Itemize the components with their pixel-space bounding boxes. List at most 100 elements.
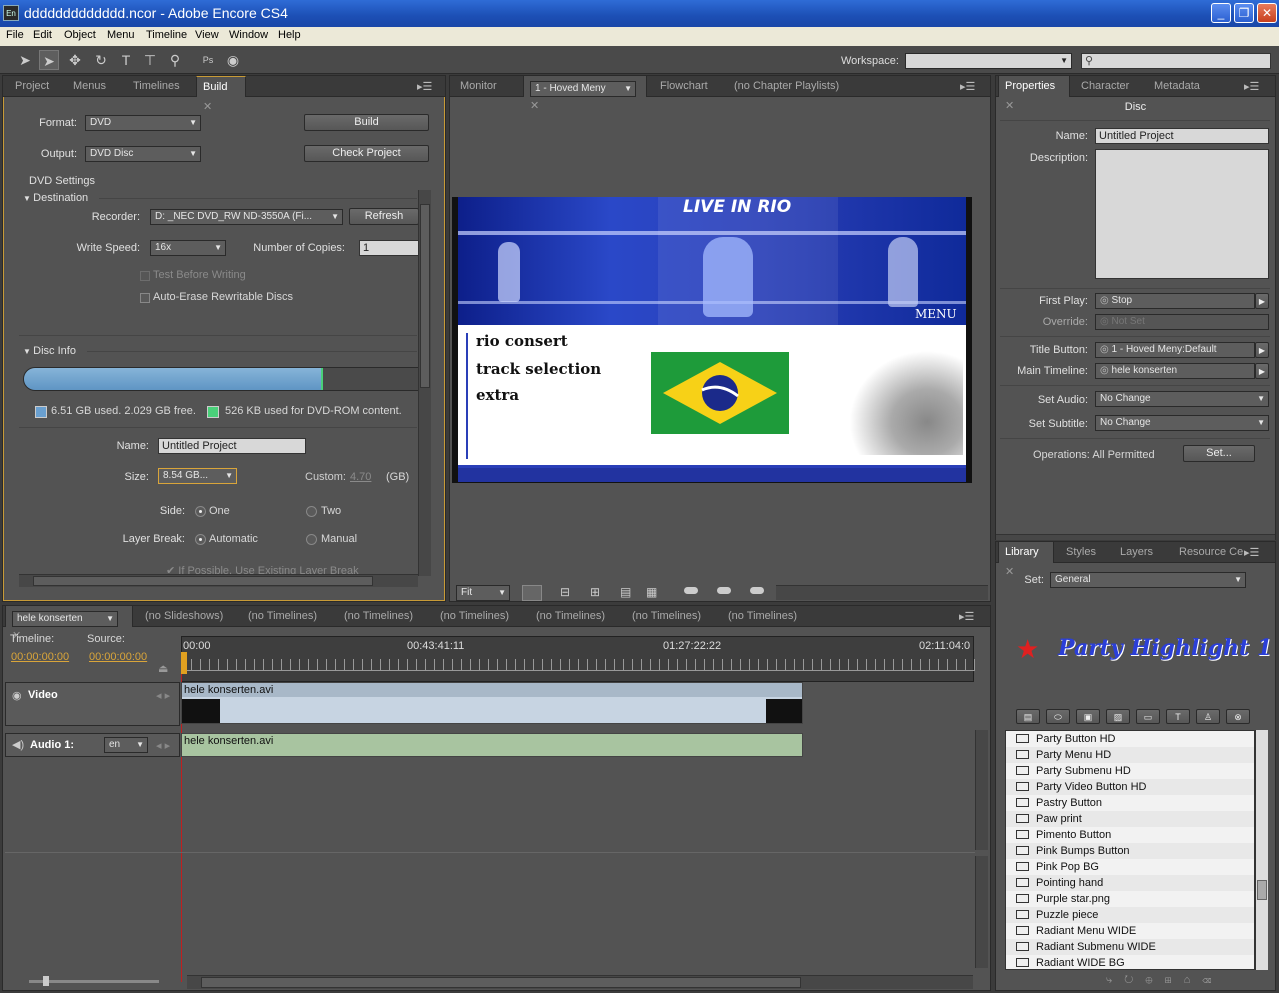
build-horizontal-scrollbar[interactable] <box>19 574 418 587</box>
list-item[interactable]: menu Party Menu HD <box>1006 747 1254 763</box>
monitor-scrollbar[interactable] <box>776 585 988 600</box>
panel-menu-icon[interactable]: ▸☰ <box>417 80 432 93</box>
tab-no-timelines-6[interactable]: (no Timelines) <box>722 606 803 627</box>
disc-name-input[interactable]: Untitled Project <box>158 438 306 454</box>
zoom-tool-icon[interactable]: ⚲ <box>165 50 185 70</box>
maximize-button[interactable]: ❐ <box>1234 3 1254 23</box>
layer-manual-radio[interactable] <box>306 534 317 545</box>
check-project-button[interactable]: Check Project <box>304 145 429 162</box>
tab-no-timelines-3[interactable]: (no Timelines) <box>434 606 515 627</box>
filter-images-icon[interactable]: ♙ <box>1196 709 1220 724</box>
preview-icon[interactable]: ◉ <box>223 50 243 70</box>
direct-select-tool-icon[interactable]: ➤ <box>39 50 59 70</box>
tab-menus[interactable]: Menus <box>67 76 112 97</box>
add-button-icon[interactable]: ▦ <box>646 585 657 599</box>
video-clip[interactable]: hele konserten.avi <box>181 682 803 724</box>
list-item[interactable]: image Pointing hand <box>1006 875 1254 891</box>
tab-no-timelines-4[interactable]: (no Timelines) <box>530 606 611 627</box>
filter-backgrounds-icon[interactable]: ▨ <box>1106 709 1130 724</box>
prev-marker-icon[interactable]: ◂ ▸ <box>156 689 170 702</box>
list-item[interactable]: submenu Radiant Submenu WIDE <box>1006 939 1254 955</box>
list-item[interactable]: button Pink Bumps Button <box>1006 843 1254 859</box>
list-item[interactable]: bg Pink Pop BG <box>1006 859 1254 875</box>
set-subtitle-dropdown[interactable]: No Change ▼ <box>1095 415 1269 431</box>
tab-no-slideshows[interactable]: (no Slideshows) <box>139 606 229 627</box>
side-two-radio[interactable] <box>306 506 317 517</box>
panel-menu-icon[interactable]: ▸☰ <box>1244 546 1259 559</box>
timeline-selector[interactable]: hele konserten ▼ <box>12 611 118 627</box>
library-scrollbar[interactable] <box>1255 730 1268 970</box>
menu-item-track-selection[interactable]: track selection <box>476 360 601 378</box>
tab-library[interactable]: Library ✕ <box>998 542 1054 578</box>
menu-help[interactable]: Help <box>278 29 301 41</box>
timeline-vscroll-top[interactable] <box>975 730 988 850</box>
filter-replace-icon[interactable]: ⊗ <box>1226 709 1250 724</box>
write-speed-dropdown[interactable]: 16x ▼ <box>150 240 226 256</box>
menu-selector[interactable]: 1 - Hoved Meny ▼ <box>530 81 636 97</box>
tab-build[interactable]: Build ✕ <box>196 76 246 113</box>
tab-chapter-playlists[interactable]: (no Chapter Playlists) <box>728 76 845 97</box>
menu-item-rio-consert[interactable]: rio consert <box>476 332 568 350</box>
build-button[interactable]: Build <box>304 114 429 131</box>
time-ruler[interactable] <box>181 636 975 682</box>
activated-state-icon[interactable] <box>750 587 764 594</box>
copies-input[interactable]: 1 <box>359 240 419 256</box>
list-item[interactable]: button Pastry Button <box>1006 795 1254 811</box>
tab-no-timelines-1[interactable]: (no Timelines) <box>242 606 323 627</box>
custom-value[interactable]: 4.70 <box>350 471 371 483</box>
refresh-button[interactable]: Refresh <box>349 208 419 225</box>
safe-area-icon[interactable] <box>522 585 542 601</box>
tab-resource-central[interactable]: Resource Ce <box>1173 542 1249 563</box>
timeline-vscroll-bottom[interactable] <box>975 856 988 968</box>
auto-erase-checkbox[interactable] <box>140 293 150 303</box>
filter-folders-icon[interactable]: ▭ <box>1136 709 1160 724</box>
filter-menus-icon[interactable]: ▤ <box>1016 709 1040 724</box>
text-tool-icon[interactable]: T <box>116 50 136 70</box>
tab-timelines[interactable]: Timelines <box>127 76 186 97</box>
set-audio-dropdown[interactable]: No Change ▼ <box>1095 391 1269 407</box>
title-button-field[interactable]: ◎ 1 - Hoved Meny:Default <box>1095 342 1255 358</box>
panel-menu-icon[interactable]: ▸☰ <box>1244 80 1259 93</box>
guides-icon[interactable]: ⊟ <box>560 585 570 599</box>
output-dropdown[interactable]: DVD Disc ▼ <box>85 146 201 162</box>
tab-hoved-meny[interactable]: 1 - Hoved Meny ▼ ✕ <box>523 76 647 112</box>
filter-buttons-icon[interactable]: ⬭ <box>1046 709 1070 724</box>
list-item[interactable]: bg Radiant WIDE BG <box>1006 955 1254 969</box>
tab-hele-konserten[interactable]: hele konserten ▼ ✕ <box>5 606 133 642</box>
list-item[interactable]: image Puzzle piece <box>1006 907 1254 923</box>
description-textarea[interactable] <box>1095 149 1269 279</box>
first-play-arrow[interactable]: ▶ <box>1255 293 1269 309</box>
menu-timeline[interactable]: Timeline <box>146 29 187 41</box>
main-timeline-arrow[interactable]: ▶ <box>1255 363 1269 379</box>
move-tool-icon[interactable]: ✥ <box>65 50 85 70</box>
list-item[interactable]: submenu Radiant Menu WIDE <box>1006 923 1254 939</box>
main-timeline-field[interactable]: ◎ hele konserten <box>1095 363 1255 379</box>
search-input[interactable]: ⚲ <box>1081 53 1271 69</box>
list-item[interactable]: button Party Video Button HD <box>1006 779 1254 795</box>
eye-icon[interactable]: ◉ <box>12 689 22 702</box>
tab-metadata[interactable]: Metadata <box>1148 76 1206 97</box>
zoom-dropdown[interactable]: Fit ▼ <box>456 585 510 601</box>
menu-object[interactable]: Object <box>64 29 96 41</box>
normal-state-icon[interactable] <box>684 587 698 594</box>
tab-character[interactable]: Character <box>1075 76 1135 97</box>
tab-properties[interactable]: Properties ✕ <box>998 76 1070 112</box>
timeline-hscroll[interactable] <box>187 975 973 989</box>
source-timecode[interactable]: 00:00:00:00 <box>89 651 147 663</box>
menu-view[interactable]: View <box>195 29 219 41</box>
side-one-radio[interactable] <box>195 506 206 517</box>
filter-video-buttons-icon[interactable]: ▣ <box>1076 709 1100 724</box>
audio-language-dropdown[interactable]: en ▼ <box>104 737 148 753</box>
format-dropdown[interactable]: DVD ▼ <box>85 115 201 131</box>
speaker-icon[interactable]: ◀) <box>12 738 24 751</box>
disc-info-section[interactable]: ▼ Disc Info <box>23 345 76 357</box>
set-operations-button[interactable]: Set... <box>1183 445 1255 462</box>
tab-flowchart[interactable]: Flowchart <box>654 76 714 97</box>
photoshop-icon[interactable]: Ps <box>198 50 218 70</box>
first-play-field[interactable]: ◎ Stop <box>1095 293 1255 309</box>
tab-no-timelines-5[interactable]: (no Timelines) <box>626 606 707 627</box>
library-set-dropdown[interactable]: General ▼ <box>1050 572 1246 588</box>
list-item[interactable]: image Purple star.png <box>1006 891 1254 907</box>
menu-menu[interactable]: Menu <box>107 29 135 41</box>
timeline-timecode[interactable]: 00:00:00:00 <box>11 651 69 663</box>
